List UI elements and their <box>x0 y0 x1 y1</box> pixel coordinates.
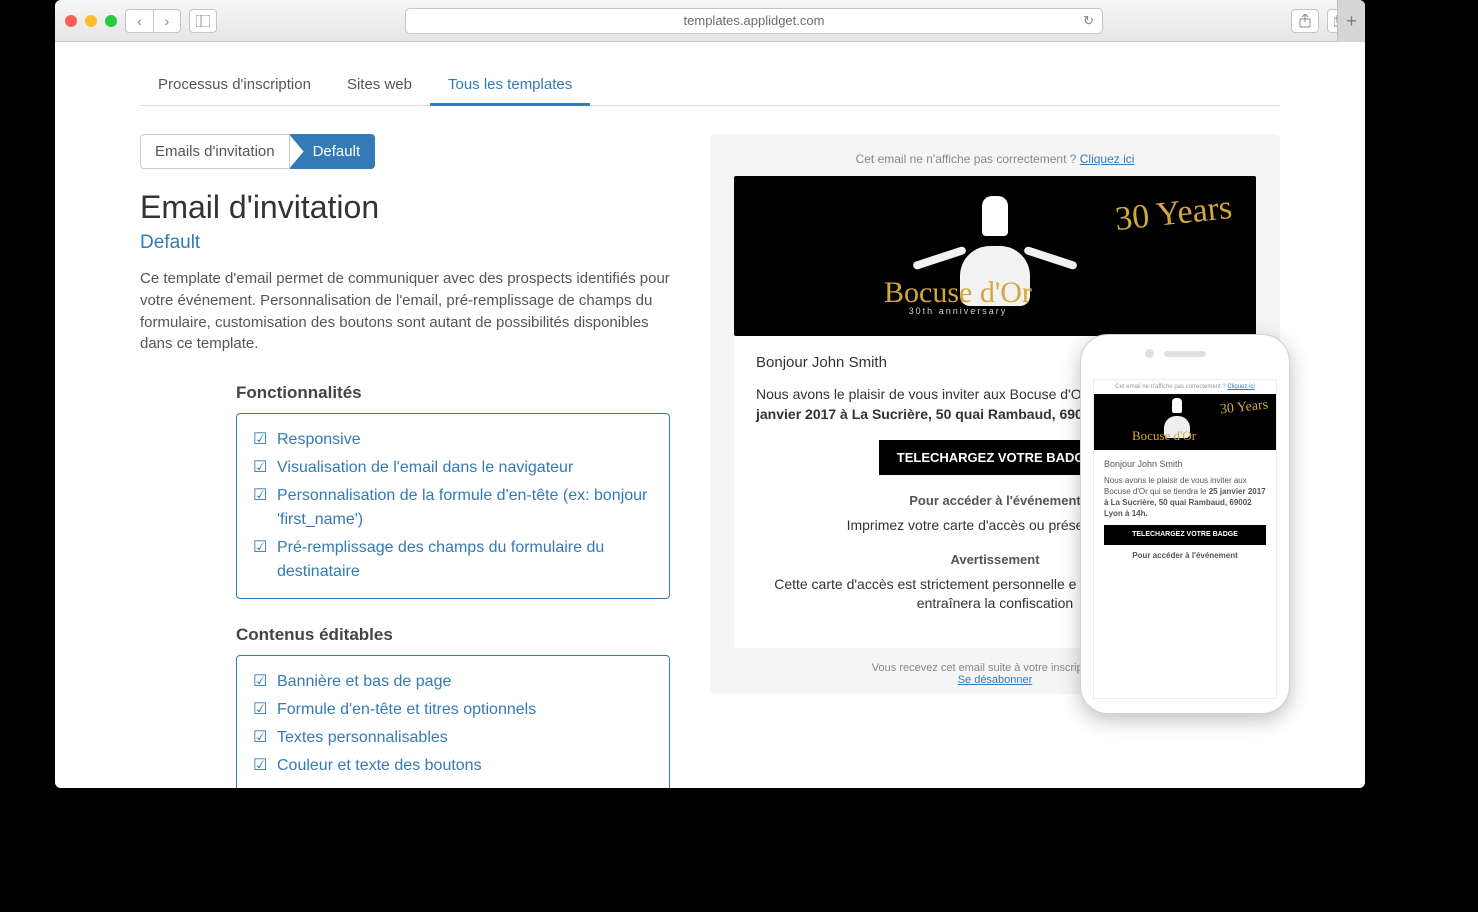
editable-item: Formule d'en-tête et titres optionnels <box>253 696 653 724</box>
description: Ce template d'email permet de communique… <box>140 268 670 355</box>
editable-box: Bannière et bas de page Formule d'en-têt… <box>236 655 670 788</box>
phone-access-heading: Pour accéder à l'événement <box>1104 551 1266 562</box>
check-icon <box>253 698 269 722</box>
reload-icon[interactable]: ↻ <box>1083 13 1094 29</box>
check-icon <box>253 726 269 750</box>
tab-sites-web[interactable]: Sites web <box>329 66 430 105</box>
address-bar[interactable]: templates.applidget.com ↻ <box>405 8 1103 34</box>
phone-banner: Bocuse d'Or 30 Years <box>1094 394 1276 450</box>
email-preview: Cet email ne n'affiche pas correctement … <box>710 134 1280 694</box>
new-tab-button[interactable]: + <box>1337 0 1365 42</box>
subtitle: Default <box>140 232 670 254</box>
check-icon <box>253 670 269 694</box>
features-box: Responsive Visualisation de l'email dans… <box>236 413 670 599</box>
feature-item: Personnalisation de la formule d'en-tête… <box>253 482 653 534</box>
preview-top-link[interactable]: Cliquez ici <box>1080 152 1135 166</box>
preview-unsubscribe-link[interactable]: Se désabonner <box>958 674 1033 686</box>
crumb-emails-invitation[interactable]: Emails d'invitation <box>140 134 290 169</box>
tabs: Processus d'inscription Sites web Tous l… <box>140 66 1280 106</box>
page-content: Processus d'inscription Sites web Tous l… <box>55 42 1365 788</box>
feature-item: Responsive <box>253 426 653 454</box>
share-button[interactable] <box>1291 9 1319 33</box>
preview-banner: Bocuse d'Or 30th anniversary 30 Years <box>734 176 1256 336</box>
banner-logo-text: Bocuse d'Or 30th anniversary <box>884 276 1032 316</box>
check-icon <box>253 754 269 778</box>
phone-intro: Nous avons le plaisir de vous inviter au… <box>1104 476 1266 519</box>
features-heading: Fonctionnalités <box>236 383 670 403</box>
phone-top-link[interactable]: Cliquez ici <box>1227 384 1254 390</box>
breadcrumb: Emails d'invitation Default <box>140 134 670 169</box>
check-icon <box>253 484 269 532</box>
editable-item: Textes personnalisables <box>253 724 653 752</box>
window-close-button[interactable] <box>65 15 77 27</box>
editable-item: Couleur et texte des boutons <box>253 752 653 780</box>
phone-screen: Cet email ne n'affiche pas correctement … <box>1093 379 1277 699</box>
phone-mockup: Cet email ne n'affiche pas correctement … <box>1080 334 1290 714</box>
phone-top-notice: Cet email ne n'affiche pas correctement … <box>1094 380 1276 394</box>
forward-button[interactable]: › <box>153 9 181 33</box>
check-icon <box>253 428 269 452</box>
preview-cta-button[interactable]: TELECHARGEZ VOTRE BADGE <box>879 440 1111 475</box>
window-minimize-button[interactable] <box>85 15 97 27</box>
check-icon <box>253 456 269 480</box>
phone-cta-button[interactable]: TELECHARGEZ VOTRE BADGE <box>1104 525 1266 544</box>
browser-window: ‹ › templates.applidget.com ↻ + Processu… <box>55 0 1365 788</box>
titlebar: ‹ › templates.applidget.com ↻ + <box>55 0 1365 42</box>
sidebar-toggle-button[interactable] <box>189 9 217 33</box>
window-maximize-button[interactable] <box>105 15 117 27</box>
crumb-default[interactable]: Default <box>290 134 376 169</box>
back-button[interactable]: ‹ <box>125 9 153 33</box>
tab-inscription[interactable]: Processus d'inscription <box>140 66 329 105</box>
editable-heading: Contenus éditables <box>236 625 670 645</box>
url-text: templates.applidget.com <box>684 13 825 28</box>
feature-item: Pré-remplissage des champs du formulaire… <box>253 534 653 586</box>
phone-greeting: Bonjour John Smith <box>1104 458 1266 470</box>
editable-item: Bannière et bas de page <box>253 668 653 696</box>
window-controls <box>65 15 117 27</box>
tab-templates[interactable]: Tous les templates <box>430 66 590 106</box>
page-title: Email d'invitation <box>140 189 670 226</box>
banner-years: 30 Years <box>1114 194 1233 233</box>
check-icon <box>253 536 269 584</box>
preview-top-notice: Cet email ne n'affiche pas correctement … <box>734 152 1256 166</box>
nav-back-forward: ‹ › <box>125 9 181 33</box>
feature-item: Visualisation de l'email dans le navigat… <box>253 454 653 482</box>
